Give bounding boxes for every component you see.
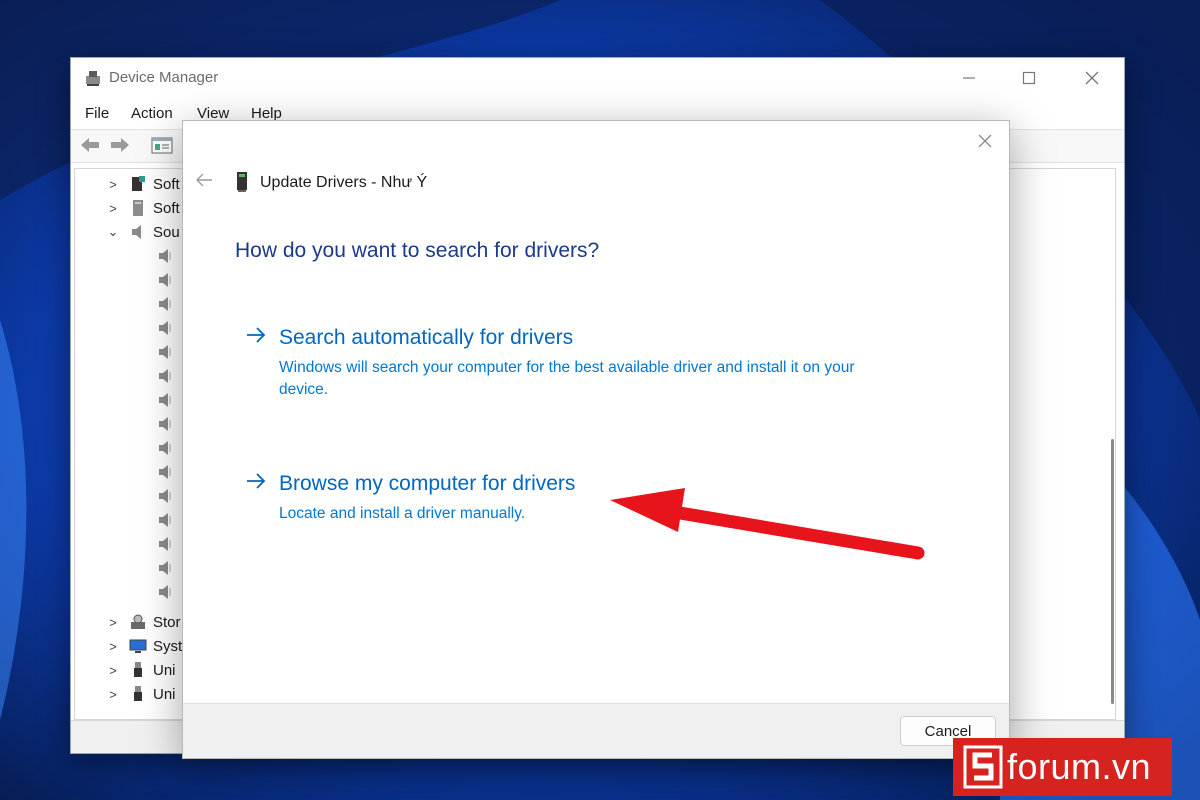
update-drivers-dialog: Update Drivers - Như Ý How do you want t…	[182, 120, 1010, 759]
arrow-left-icon	[81, 138, 99, 152]
sforum-watermark: forum.vn	[953, 738, 1172, 796]
speaker-icon[interactable]	[157, 271, 173, 289]
close-icon	[978, 134, 992, 148]
software-component-icon	[132, 176, 145, 191]
tree-item-usb-1[interactable]: > Uni	[105, 659, 175, 681]
dialog-heading: How do you want to search for drivers?	[235, 239, 600, 262]
dialog-title: Update Drivers - Như Ý	[260, 174, 428, 191]
speaker-icon[interactable]	[157, 415, 173, 433]
menu-file[interactable]: File	[85, 105, 109, 122]
scrollbar-thumb[interactable]	[1111, 439, 1114, 704]
tree-item-storage[interactable]: > Stor	[105, 611, 180, 633]
chevron-right-icon[interactable]: >	[105, 201, 121, 216]
back-button[interactable]	[77, 134, 103, 156]
software-device-icon	[133, 200, 143, 216]
usb-icon	[134, 686, 142, 701]
arrow-right-icon	[247, 473, 266, 489]
option-description: Windows will search your computer for th…	[279, 359, 855, 398]
dialog-footer: Cancel	[183, 703, 1009, 758]
tree-item-system[interactable]: > Syst	[105, 635, 182, 657]
window-title: Device Manager	[109, 69, 219, 86]
chevron-right-icon[interactable]: >	[105, 177, 121, 192]
option-title: Browse my computer for drivers	[279, 472, 576, 495]
properties-icon	[151, 137, 173, 154]
chevron-right-icon[interactable]: >	[105, 687, 121, 702]
device-manager-icon	[86, 71, 100, 86]
close-button[interactable]	[1061, 58, 1123, 98]
speaker-icon[interactable]	[157, 295, 173, 313]
device-icon	[237, 172, 247, 192]
speaker-icon[interactable]	[157, 367, 173, 385]
tree-item-software-components[interactable]: > Soft	[105, 173, 179, 195]
minimize-icon	[963, 77, 975, 79]
storage-controller-icon	[131, 614, 145, 629]
usb-icon	[134, 662, 142, 677]
maximize-icon	[1022, 71, 1036, 85]
speaker-icon[interactable]	[157, 343, 173, 361]
forward-button[interactable]	[107, 134, 133, 156]
maximize-button[interactable]	[998, 58, 1060, 98]
arrow-left-icon	[196, 173, 212, 187]
dialog-close-button[interactable]	[973, 129, 997, 153]
menu-action[interactable]: Action	[131, 105, 173, 122]
title-bar[interactable]: Device Manager	[71, 58, 1124, 98]
speaker-icon[interactable]	[157, 583, 173, 601]
option-title: Search automatically for drivers	[279, 326, 574, 349]
chevron-right-icon[interactable]: >	[105, 639, 121, 654]
tree-item-software-devices[interactable]: > Soft	[105, 197, 179, 219]
chevron-down-icon[interactable]: ⌄	[105, 224, 121, 240]
chevron-right-icon[interactable]: >	[105, 615, 121, 630]
properties-button[interactable]	[149, 134, 175, 156]
speaker-icon[interactable]	[157, 559, 173, 577]
speaker-icon	[132, 225, 141, 239]
scrollbar[interactable]	[1110, 169, 1115, 719]
sforum-logo-icon	[963, 745, 1003, 789]
speaker-icon[interactable]	[157, 511, 173, 529]
speaker-icon[interactable]	[157, 487, 173, 505]
speaker-icon[interactable]	[157, 247, 173, 265]
arrow-right-icon	[111, 138, 129, 152]
speaker-icon[interactable]	[157, 439, 173, 457]
watermark-text: forum.vn	[1007, 746, 1152, 787]
tree-item-usb-2[interactable]: > Uni	[105, 683, 175, 705]
speaker-icon[interactable]	[157, 463, 173, 481]
dialog-back-button[interactable]	[193, 169, 215, 191]
search-automatically-option[interactable]: Search automatically for drivers Windows…	[245, 324, 865, 404]
close-icon	[1085, 71, 1099, 85]
system-devices-icon	[129, 639, 147, 653]
chevron-right-icon[interactable]: >	[105, 663, 121, 678]
speaker-icon[interactable]	[157, 535, 173, 553]
speaker-icon[interactable]	[157, 391, 173, 409]
annotation-arrow	[610, 488, 925, 560]
arrow-right-icon	[247, 327, 266, 343]
tree-item-sound[interactable]: ⌄ Sou	[105, 221, 180, 243]
speaker-icon[interactable]	[157, 319, 173, 337]
minimize-button[interactable]	[938, 58, 1000, 98]
